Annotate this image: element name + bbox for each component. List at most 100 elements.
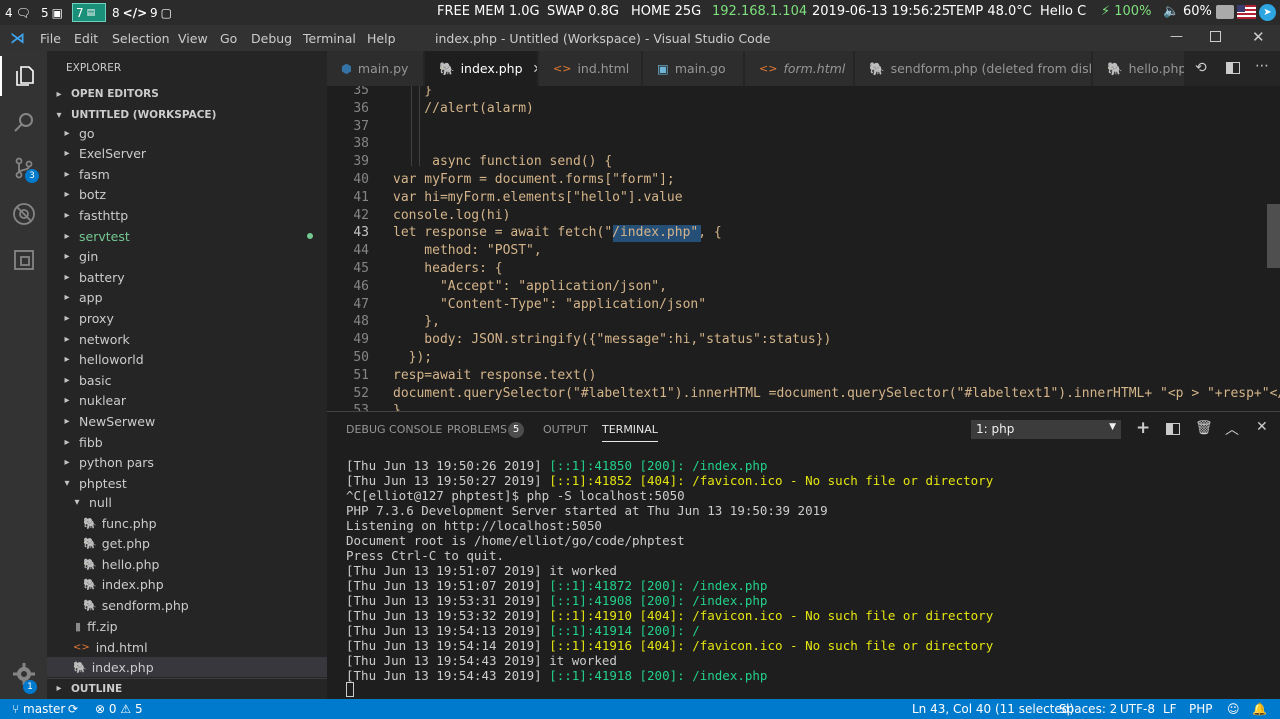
keyboard-icon[interactable]: [1216, 5, 1234, 19]
close-tab-icon[interactable]: ✕: [533, 61, 537, 76]
trash-icon[interactable]: 🗑: [1195, 420, 1213, 436]
tab-index-php[interactable]: 🐘 index.php ✕: [425, 51, 538, 86]
tab-ind-html[interactable]: <> ind.html: [539, 51, 642, 86]
end-of-line[interactable]: LF: [1163, 702, 1177, 716]
more-actions-icon[interactable]: ⋯: [1255, 58, 1269, 74]
folder-item[interactable]: ▸ botz: [47, 185, 327, 205]
us-flag-icon[interactable]: [1237, 5, 1256, 19]
folder-item[interactable]: ▸ servtest: [47, 226, 327, 246]
maximize-icon[interactable]: [1210, 31, 1221, 42]
code-line[interactable]: "Content-Type": "application/json": [393, 297, 706, 312]
file-ff-zip[interactable]: ▮ ff.zip: [47, 616, 327, 636]
code-line[interactable]: body: JSON.stringify({"message":hi,"stat…: [393, 332, 831, 347]
telegram-icon[interactable]: ➤: [1259, 4, 1276, 21]
tab-hello-php[interactable]: 🐘 hello.php: [1093, 51, 1185, 86]
terminal-select[interactable]: 1: php ▼: [971, 420, 1121, 439]
code-line[interactable]: }: [393, 403, 401, 411]
tab-main-go[interactable]: ▣ main.go: [643, 51, 744, 86]
volume-icon[interactable]: 🔈: [1163, 4, 1179, 19]
folder-item[interactable]: ▾ phptest: [47, 473, 327, 493]
branch-indicator[interactable]: ⑂ master: [12, 702, 65, 716]
folder-item[interactable]: ▸ network: [47, 329, 327, 349]
folder-item[interactable]: ▸ NewSerwew: [47, 411, 327, 431]
tab-form-html[interactable]: <> form.html: [745, 51, 854, 86]
tab-debug-console[interactable]: DEBUG CONSOLE: [346, 423, 442, 436]
code-line[interactable]: method: "POST",: [393, 243, 541, 258]
menu-go[interactable]: Go: [220, 31, 237, 46]
code-line[interactable]: }: [393, 86, 432, 98]
file-ind-html[interactable]: <> ind.html: [47, 637, 327, 657]
split-terminal-icon[interactable]: [1166, 423, 1180, 435]
tab-main-py[interactable]: ⬢ main.py: [327, 51, 424, 86]
folder-item[interactable]: ▸ ExelServer: [47, 144, 327, 164]
menu-terminal[interactable]: Terminal: [303, 31, 356, 46]
workspace-7[interactable]: 7 ▤: [72, 3, 106, 22]
folder-item[interactable]: ▸ app: [47, 288, 327, 308]
encoding[interactable]: UTF-8: [1120, 702, 1155, 716]
code-line[interactable]: let response = await fetch("/index.php",…: [393, 225, 722, 240]
folder-item[interactable]: ▸ go: [47, 123, 327, 143]
close-panel-icon[interactable]: ✕: [1256, 419, 1268, 435]
debug-icon[interactable]: [0, 194, 47, 234]
code-line[interactable]: resp=await response.text(): [393, 368, 597, 383]
tab-problems[interactable]: PROBLEMS: [447, 423, 507, 436]
folder-null[interactable]: ▾ null: [47, 492, 327, 512]
file-item[interactable]: 🐘 hello.php: [47, 554, 327, 574]
problems-indicator[interactable]: ⊗ 0 ⚠ 5: [95, 702, 143, 716]
folder-item[interactable]: ▸ helloworld: [47, 350, 327, 370]
code-line[interactable]: //alert(alarm): [393, 101, 534, 116]
code-editor[interactable]: 35 } 36 //alert(alarm) 37 38 39 async functi…: [327, 86, 1280, 411]
editor-scrollbar[interactable]: [1267, 204, 1280, 268]
maximize-panel-icon[interactable]: ︿: [1225, 419, 1239, 439]
file-item[interactable]: 🐘 func.php: [47, 513, 327, 533]
workspace-9[interactable]: 9 ▢: [147, 3, 179, 22]
new-terminal-icon[interactable]: +: [1136, 418, 1150, 438]
menu-help[interactable]: Help: [367, 31, 396, 46]
folder-item[interactable]: ▸ fasthttp: [47, 205, 327, 225]
code-line[interactable]: });: [393, 350, 433, 365]
code-line[interactable]: document.querySelector("#labeltext1").in…: [393, 386, 1280, 401]
file-item[interactable]: 🐘 get.php: [47, 534, 327, 554]
explorer-icon[interactable]: [0, 56, 47, 96]
feedback-smiley-icon[interactable]: ☺: [1227, 702, 1240, 716]
folder-item[interactable]: ▸ fasm: [47, 164, 327, 184]
folder-item[interactable]: ▸ fibb: [47, 432, 327, 452]
tab-sendform-php[interactable]: 🐘 sendform.php (deleted from disk): [855, 51, 1092, 86]
workspace-5[interactable]: 5 ▣: [38, 3, 70, 22]
menu-edit[interactable]: Edit: [74, 31, 98, 46]
workspace-4[interactable]: 4 🗨: [2, 3, 36, 22]
split-editor-icon[interactable]: [1226, 62, 1240, 74]
code-line[interactable]: "Accept": "application/json",: [393, 279, 667, 294]
code-line[interactable]: console.log(hi): [393, 208, 510, 223]
search-icon[interactable]: [0, 102, 47, 142]
settings-gear-icon[interactable]: 1: [0, 654, 47, 694]
file-index-php-selected[interactable]: 🐘 index.php: [47, 657, 327, 677]
tab-output[interactable]: OUTPUT: [543, 423, 588, 436]
code-line[interactable]: },: [393, 314, 440, 329]
menu-selection[interactable]: Selection: [112, 31, 170, 46]
menu-view[interactable]: View: [178, 31, 208, 46]
open-changes-icon[interactable]: ⟲: [1195, 60, 1207, 76]
menu-debug[interactable]: Debug: [251, 31, 292, 46]
minimize-icon[interactable]: —: [1170, 29, 1183, 44]
folder-item[interactable]: ▸ nuklear: [47, 391, 327, 411]
folder-item[interactable]: ▸ python pars: [47, 453, 327, 473]
tab-terminal[interactable]: TERMINAL: [602, 423, 658, 442]
folder-item[interactable]: ▸ proxy: [47, 308, 327, 328]
file-item[interactable]: 🐘 index.php: [47, 575, 327, 595]
open-editors-section[interactable]: ▸ OPEN EDITORS: [47, 84, 327, 104]
workspace-8[interactable]: 8 </>: [109, 3, 147, 22]
code-line[interactable]: var hi=myForm.elements["hello"].value: [393, 190, 683, 205]
code-line[interactable]: headers: {: [393, 261, 502, 276]
file-item[interactable]: 🐘 sendform.php: [47, 595, 327, 615]
outline-section[interactable]: ▸ OUTLINE: [47, 678, 327, 698]
cursor-position[interactable]: Ln 43, Col 40 (11 selected): [912, 702, 1074, 716]
menu-file[interactable]: File: [40, 31, 61, 46]
folder-item[interactable]: ▸ battery: [47, 267, 327, 287]
workspace-section[interactable]: ▾ UNTITLED (WORKSPACE): [47, 105, 327, 125]
notifications-bell-icon[interactable]: 🔔: [1252, 702, 1267, 716]
source-control-icon[interactable]: 3: [0, 148, 47, 188]
language-mode[interactable]: PHP: [1189, 702, 1213, 716]
code-line[interactable]: async function send() {: [393, 154, 612, 169]
close-icon[interactable]: ✕: [1252, 28, 1265, 46]
